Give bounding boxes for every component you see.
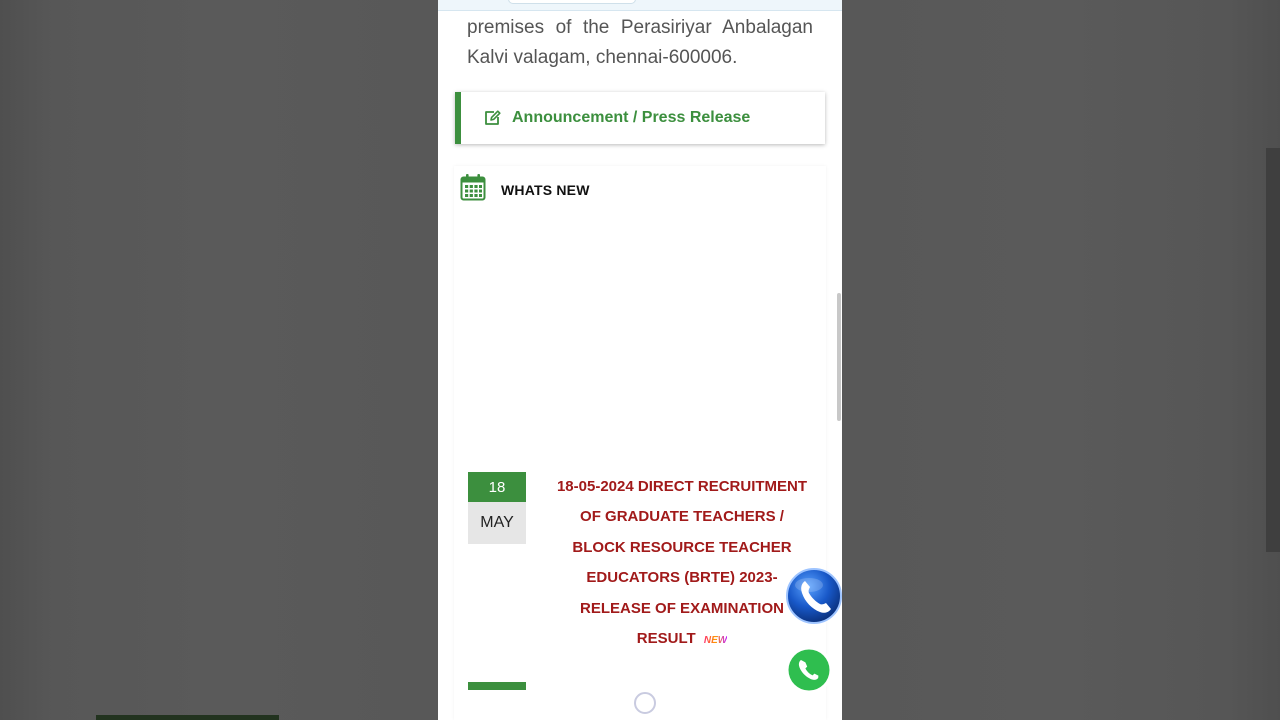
address-paragraph: premises of the Perasiriyar Anbalagan Ka…: [467, 17, 813, 68]
call-button[interactable]: [785, 567, 842, 625]
edit-icon: [483, 109, 501, 127]
whatsapp-icon: [785, 646, 833, 694]
announcement-press-release-link[interactable]: Announcement / Press Release: [455, 92, 825, 144]
scrollbar-thumb[interactable]: [837, 293, 841, 421]
phone-icon: [786, 568, 842, 624]
announcement-label: Announcement / Press Release: [512, 109, 751, 126]
phone-screen: premises of the Perasiriyar Anbalagan Ka…: [438, 0, 842, 720]
top-strip: [438, 0, 842, 11]
news-item-title: 18-05-2024 DIRECT RECRUITMENT OF GRADUAT…: [556, 478, 808, 648]
calendar-icon: [460, 174, 486, 201]
news-date-month: MAY: [468, 502, 526, 544]
loading-spinner-icon: [634, 692, 656, 714]
whats-new-title: WHATS NEW: [501, 182, 590, 198]
news-item-link[interactable]: 18-05-2024 DIRECT RECRUITMENT OF GRADUAT…: [552, 472, 812, 656]
video-letterbox-right: [842, 0, 1280, 720]
right-edge-bar: [1266, 148, 1280, 552]
news-date-day: 18: [468, 472, 526, 502]
video-letterbox-left: [0, 0, 438, 720]
whatsapp-button[interactable]: [781, 642, 837, 698]
top-pill: [508, 0, 636, 4]
new-badge: NEW: [703, 635, 728, 647]
left-bottom-bar: [96, 715, 279, 720]
whats-new-panel: WHATS NEW 18 MAY 18-05-2024 DIRECT RECRU…: [454, 166, 826, 720]
next-news-date-strip: [468, 682, 526, 690]
news-date-badge: 18 MAY: [468, 472, 526, 544]
